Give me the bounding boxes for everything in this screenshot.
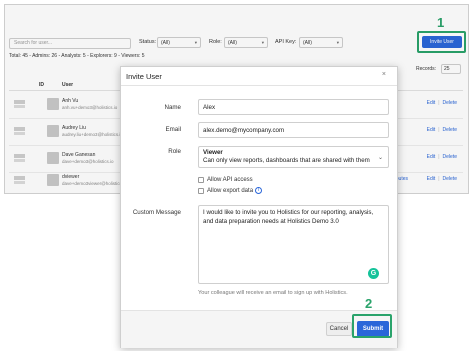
cancel-button[interactable]: Cancel	[326, 322, 352, 336]
allow-export-label: Allow export data	[207, 188, 254, 194]
invite-hint: Your colleague will receive an email to …	[198, 290, 348, 296]
name-label: Name	[164, 104, 181, 111]
custom-message-value: I would like to invite you to Holistics …	[203, 209, 374, 225]
allow-export-checkbox[interactable]	[198, 188, 204, 194]
email-label: Email	[165, 126, 181, 133]
email-field[interactable]: alex.demo@mycompany.com	[198, 122, 389, 138]
role-description: Can only view reports, dashboards that a…	[203, 157, 370, 164]
grammarly-icon[interactable]: G	[368, 268, 379, 279]
step-2-highlight	[352, 314, 392, 338]
allow-api-label: Allow API access	[207, 177, 253, 183]
role-value: Viewer	[203, 149, 223, 156]
allow-api-checkbox[interactable]	[198, 177, 204, 183]
custom-message-textarea[interactable]: I would like to invite you to Holistics …	[198, 205, 389, 284]
modal-header-divider	[121, 85, 397, 86]
role-label: Role	[168, 148, 181, 155]
chevron-down-icon: ⌄	[377, 155, 383, 161]
close-icon[interactable]: ×	[382, 71, 386, 78]
role-select[interactable]: Viewer Can only view reports, dashboards…	[198, 146, 389, 168]
modal-title: Invite User	[126, 72, 162, 81]
email-value: alex.demo@mycompany.com	[203, 127, 285, 134]
step-2-number: 2	[365, 296, 373, 311]
custom-message-label: Custom Message	[132, 209, 181, 216]
name-value: Alex	[203, 104, 216, 111]
name-field[interactable]: Alex	[198, 99, 389, 115]
info-icon[interactable]: i	[255, 187, 262, 194]
invite-user-modal: Invite User × Name Alex Email alex.demo@…	[120, 66, 398, 348]
